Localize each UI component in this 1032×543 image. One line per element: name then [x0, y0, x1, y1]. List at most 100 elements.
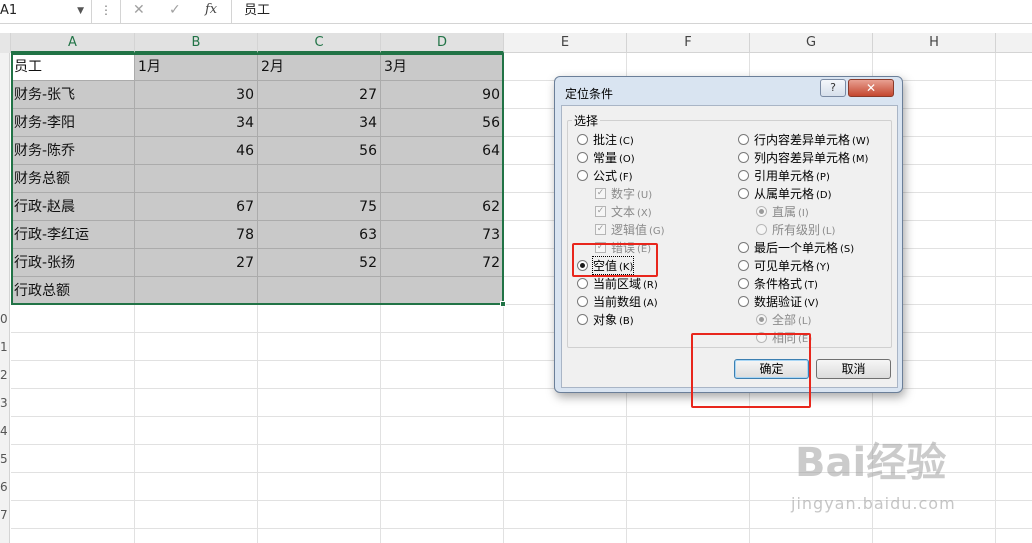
column-header-d[interactable]: D: [381, 33, 504, 53]
radio-icon[interactable]: [577, 170, 588, 181]
watermark: Bai经验 jingyan.baidu.com: [787, 430, 1007, 525]
table-cell[interactable]: [258, 277, 381, 305]
table-cell[interactable]: 财务总额: [11, 165, 135, 193]
column-header-h[interactable]: H: [873, 33, 996, 53]
row-header[interactable]: 6: [0, 473, 10, 501]
table-cell[interactable]: 30: [135, 81, 258, 109]
table-cell[interactable]: 67: [135, 193, 258, 221]
table-cell[interactable]: 行政总额: [11, 277, 135, 305]
radio-icon[interactable]: [738, 134, 749, 145]
radio-icon[interactable]: [738, 242, 749, 253]
option-radio[interactable]: 对象 (B): [577, 311, 634, 328]
radio-icon[interactable]: [738, 188, 749, 199]
option-radio[interactable]: 空值 (K): [577, 256, 635, 275]
radio-icon[interactable]: [738, 152, 749, 163]
radio-icon[interactable]: [577, 260, 588, 271]
column-header-a[interactable]: A: [11, 33, 135, 53]
option-radio[interactable]: 当前数组 (A): [577, 293, 658, 310]
option-radio[interactable]: 从属单元格 (D): [738, 185, 832, 202]
option-radio[interactable]: 最后一个单元格 (S): [738, 239, 854, 256]
row-header[interactable]: 0: [0, 305, 10, 333]
table-cell[interactable]: 62: [381, 193, 504, 221]
table-cell[interactable]: 56: [381, 109, 504, 137]
table-cell[interactable]: [381, 165, 504, 193]
option-label: 对象: [593, 313, 618, 327]
formula-bar-splitter-icon[interactable]: ⋮: [100, 3, 112, 17]
table-cell[interactable]: 财务-陈乔: [11, 137, 135, 165]
enter-formula-icon[interactable]: ✓: [169, 2, 181, 18]
radio-icon[interactable]: [738, 278, 749, 289]
help-button[interactable]: ?: [820, 79, 846, 97]
name-box-dropdown-icon[interactable]: ▼: [77, 0, 84, 22]
table-cell[interactable]: 90: [381, 81, 504, 109]
table-cell[interactable]: 34: [258, 109, 381, 137]
row-header[interactable]: 1: [0, 333, 10, 361]
option-radio[interactable]: 条件格式 (T): [738, 275, 818, 292]
table-cell[interactable]: 27: [135, 249, 258, 277]
header-cell[interactable]: 3月: [381, 53, 504, 81]
table-cell[interactable]: 46: [135, 137, 258, 165]
table-cell[interactable]: 63: [258, 221, 381, 249]
column-header-e[interactable]: E: [504, 33, 627, 53]
option-radio[interactable]: 当前区域 (R): [577, 275, 658, 292]
table-cell[interactable]: 行政-张扬: [11, 249, 135, 277]
table-cell[interactable]: [135, 277, 258, 305]
table-cell[interactable]: [381, 277, 504, 305]
radio-icon[interactable]: [577, 278, 588, 289]
header-cell[interactable]: 1月: [135, 53, 258, 81]
table-cell[interactable]: [135, 165, 258, 193]
row-header[interactable]: 5: [0, 445, 10, 473]
fill-handle[interactable]: [500, 301, 506, 307]
formula-input[interactable]: 员工: [244, 0, 270, 22]
select-all-corner[interactable]: [0, 33, 11, 53]
option-radio[interactable]: 常量 (O): [577, 149, 635, 166]
radio-icon[interactable]: [738, 260, 749, 271]
header-cell[interactable]: 2月: [258, 53, 381, 81]
header-cell[interactable]: 员工: [11, 53, 135, 81]
row-header[interactable]: 3: [0, 389, 10, 417]
table-cell[interactable]: 78: [135, 221, 258, 249]
option-radio[interactable]: 可见单元格 (Y): [738, 257, 830, 274]
table-cell[interactable]: 73: [381, 221, 504, 249]
option-radio[interactable]: 批注 (C): [577, 131, 634, 148]
table-cell[interactable]: 64: [381, 137, 504, 165]
table-cell[interactable]: 行政-李红运: [11, 221, 135, 249]
radio-icon[interactable]: [577, 296, 588, 307]
cancel-formula-icon[interactable]: ✕: [133, 2, 145, 18]
table-cell[interactable]: 行政-赵晨: [11, 193, 135, 221]
name-box[interactable]: A1 ▼: [0, 0, 92, 23]
row-header[interactable]: 4: [0, 417, 10, 445]
option-radio[interactable]: 列内容差异单元格 (M): [738, 149, 868, 166]
table-cell[interactable]: 34: [135, 109, 258, 137]
checkbox-icon: ✓: [595, 224, 606, 235]
option-radio[interactable]: 引用单元格 (P): [738, 167, 830, 184]
column-header-b[interactable]: B: [135, 33, 258, 53]
option-shortcut: (K): [619, 262, 634, 273]
row-header[interactable]: 7: [0, 501, 10, 529]
table-cell[interactable]: 财务-张飞: [11, 81, 135, 109]
option-radio[interactable]: 数据验证 (V): [738, 293, 819, 310]
option-radio[interactable]: 行内容差异单元格 (W): [738, 131, 870, 148]
column-header-g[interactable]: G: [750, 33, 873, 53]
option-label: 直属: [772, 205, 797, 219]
radio-icon[interactable]: [577, 152, 588, 163]
table-cell[interactable]: 52: [258, 249, 381, 277]
table-cell[interactable]: 75: [258, 193, 381, 221]
radio-icon[interactable]: [738, 296, 749, 307]
radio-icon[interactable]: [738, 170, 749, 181]
table-cell[interactable]: [258, 165, 381, 193]
column-header-c[interactable]: C: [258, 33, 381, 53]
table-cell[interactable]: 72: [381, 249, 504, 277]
row-header[interactable]: 2: [0, 361, 10, 389]
cancel-button[interactable]: 取消: [816, 359, 891, 379]
close-button[interactable]: ✕: [848, 79, 894, 97]
table-cell[interactable]: 56: [258, 137, 381, 165]
radio-icon[interactable]: [577, 314, 588, 325]
insert-function-icon[interactable]: fx: [205, 2, 217, 17]
ok-button[interactable]: 确定: [734, 359, 809, 379]
option-radio[interactable]: 公式 (F): [577, 167, 633, 184]
table-cell[interactable]: 27: [258, 81, 381, 109]
table-cell[interactable]: 财务-李阳: [11, 109, 135, 137]
column-header-f[interactable]: F: [627, 33, 750, 53]
radio-icon[interactable]: [577, 134, 588, 145]
